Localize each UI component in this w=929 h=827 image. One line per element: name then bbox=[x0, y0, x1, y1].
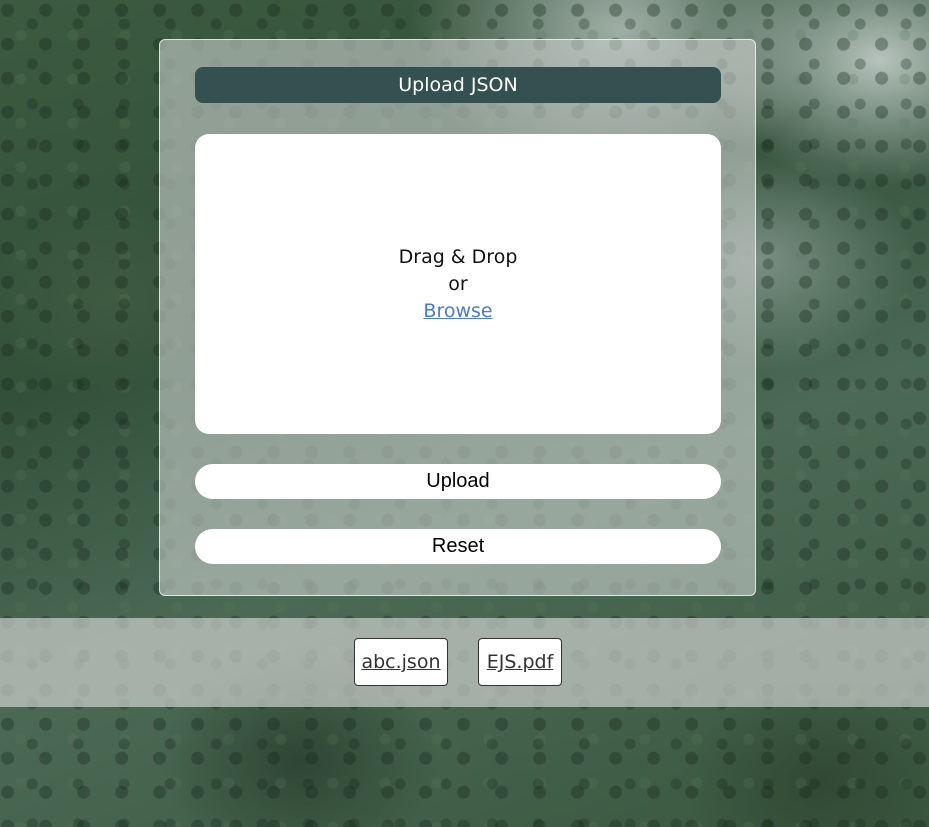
upload-card: Upload JSON Drag & Drop or Browse Upload… bbox=[159, 39, 756, 596]
reset-button[interactable]: Reset bbox=[195, 529, 721, 564]
drop-zone[interactable]: Drag & Drop or Browse bbox=[195, 134, 721, 434]
file-link-ejs-pdf[interactable]: EJS.pdf bbox=[478, 638, 562, 686]
upload-button[interactable]: Upload bbox=[195, 464, 721, 499]
drop-zone-or: or bbox=[448, 272, 468, 295]
uploaded-files-bar: abc.json EJS.pdf bbox=[0, 618, 929, 707]
file-link-abc-json[interactable]: abc.json bbox=[354, 638, 448, 686]
card-title: Upload JSON bbox=[195, 67, 721, 103]
browse-link[interactable]: Browse bbox=[423, 298, 492, 325]
drop-zone-instruction: Drag & Drop bbox=[398, 245, 518, 268]
